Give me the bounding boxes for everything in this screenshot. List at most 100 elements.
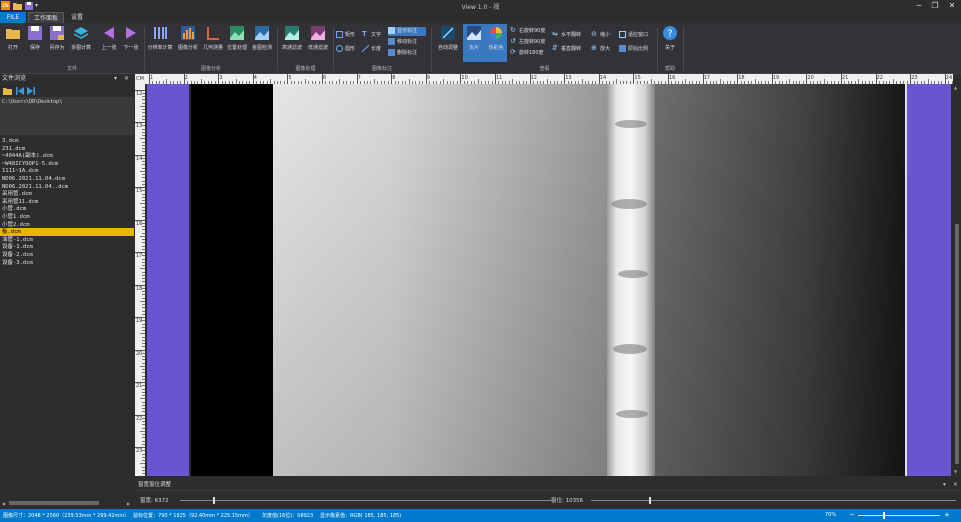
resolution-calc-button[interactable]: 分辨率计算 (146, 26, 174, 60)
color-wheel-icon (489, 26, 503, 40)
flip-horizontal-label: 水平翻转 (561, 32, 582, 38)
histogram-icon (181, 26, 195, 40)
zoom-slider-thumb[interactable] (882, 512, 885, 519)
file-browser-title: 文件浏览 (2, 75, 27, 82)
tab-file[interactable]: FILE (0, 12, 26, 23)
close-panel-icon[interactable]: ✕ (124, 74, 129, 84)
radiograph-image[interactable] (145, 84, 953, 476)
restore-button[interactable]: ❐ (930, 1, 940, 11)
negative-button[interactable]: 负片 (463, 24, 485, 62)
auto-adjust-button[interactable]: 自动调整 (434, 26, 462, 60)
scroll-right-icon[interactable]: ▶ (127, 501, 130, 506)
minimize-button[interactable]: ─ (914, 1, 924, 11)
close-panel-icon[interactable]: ✕ (953, 480, 958, 490)
zoom-slider[interactable] (858, 512, 940, 519)
window-level-slider-thumb[interactable] (649, 497, 652, 504)
prev-image-button[interactable]: 上一张 (98, 26, 120, 60)
full-detect-button[interactable]: 金图检测 (249, 26, 275, 60)
file-list-hscrollbar[interactable]: ◀ ▶ (0, 499, 134, 507)
viewer-vscrollbar[interactable]: ▲ ▼ (953, 84, 961, 476)
auto-adjust-icon (441, 26, 455, 40)
window-level-slider[interactable] (591, 497, 956, 504)
flip-horizontal-button[interactable]: ⇋ 水平翻转 (552, 31, 581, 40)
zoom-out-button[interactable]: ⊖ 缩小 (591, 31, 610, 40)
help-icon: ? (663, 26, 677, 40)
length-annotation-button[interactable]: 长度 (361, 44, 381, 54)
scroll-up-icon[interactable]: ▲ (954, 85, 957, 90)
show-annotation-button[interactable]: 显示标注 (388, 27, 426, 36)
window-level-panel-title: 窗宽窗位调整 (138, 482, 172, 488)
scrollbar-thumb[interactable] (9, 501, 99, 505)
original-scale-button[interactable]: 原始比例 (619, 45, 648, 54)
geometry-measure-button[interactable]: 几何测量 (201, 26, 225, 60)
close-button[interactable]: ✕ (947, 1, 957, 11)
scroll-down-icon[interactable]: ▼ (954, 469, 957, 474)
about-button[interactable]: ? 关于 (659, 26, 681, 60)
scrollbar-thumb[interactable] (955, 224, 959, 464)
zoom-in-button[interactable]: ⊕ 放大 (591, 45, 610, 54)
highpass-filter-button[interactable]: 高通滤波 (279, 26, 305, 60)
ruler-tick (564, 74, 566, 84)
text-label: 文字 (371, 32, 382, 38)
ruler-tick (633, 74, 635, 84)
rotate-180-button[interactable]: ⟳ 旋转180度 (510, 49, 544, 58)
image-analysis-button[interactable]: 图像分析 (175, 26, 201, 60)
display-pixel-status: 显示像素值：RGB( 185, 185, 185) (320, 513, 402, 519)
move-icon (388, 38, 395, 45)
ruler-tick (460, 74, 462, 84)
scroll-left-icon[interactable]: ◀ (2, 501, 5, 506)
original-scale-label: 原始比例 (628, 46, 649, 52)
next-image-button[interactable]: 下一张 (120, 26, 142, 60)
save-button[interactable]: 保存 (24, 26, 46, 60)
window-level-panel-header: 窗宽窗位调整 ▾ ✕ (135, 480, 961, 490)
zoom-out-status-button[interactable]: − (849, 511, 855, 519)
ribbon: 打开 保存 另存为 多图计算 上一张 下一张 文件 分辨率计算 图像分析 几何测… (0, 23, 961, 74)
window-level-label: 窗位: 10356 (551, 498, 584, 504)
flip-vertical-button[interactable]: ⇵ 垂直翻转 (552, 45, 581, 54)
move-annotation-button[interactable]: 移动标注 (388, 38, 417, 47)
ruler-tick (135, 317, 145, 318)
zoom-in-status-button[interactable]: + (944, 511, 950, 519)
file-list: 3.dcm 231.dcm ~4044A(副本).dcm ~W48ICYOOP1-5.… (0, 135, 134, 499)
window-width-slider-thumb[interactable] (213, 497, 216, 504)
tab-settings[interactable]: 设置 (66, 12, 88, 23)
right-margin-band (907, 84, 951, 476)
pseudo-color-button[interactable]: 伪彩色 (485, 24, 507, 62)
open-folder-icon[interactable] (3, 87, 12, 97)
first-file-icon[interactable] (16, 87, 24, 97)
fit-window-button[interactable]: 适应窗口 (619, 31, 648, 40)
file-browser-toolbar (0, 85, 134, 97)
last-file-icon[interactable] (27, 87, 35, 97)
lowpass-filter-button[interactable]: 低通滤波 (305, 26, 331, 60)
rotate-left-90-button[interactable]: ↺ 左旋转90度 (510, 38, 545, 47)
show-annotation-label: 显示标注 (397, 28, 418, 34)
rotate-left-icon: ↺ (510, 37, 516, 45)
open-button[interactable]: 打开 (2, 26, 24, 60)
position-process-button[interactable]: 位置处理 (225, 26, 249, 60)
fit-window-icon (619, 31, 626, 38)
ruler-tick (135, 382, 145, 383)
window-width-slider[interactable] (180, 497, 552, 504)
delete-annotation-button[interactable]: 删除标注 (388, 49, 417, 58)
ruler-tick (135, 447, 145, 448)
save-label: 保存 (29, 45, 40, 51)
ruler-tick (135, 349, 145, 351)
filter-image-icon (285, 26, 299, 40)
ruler-tick (135, 187, 145, 188)
rect-annotation-button[interactable]: 矩形 (336, 31, 355, 40)
group-label-annotation: 图像标注 (371, 66, 392, 72)
rotate-right-90-button[interactable]: ↻ 右旋转90度 (510, 27, 545, 36)
circle-annotation-button[interactable]: 圆形 (336, 45, 355, 54)
delete-icon (388, 49, 395, 56)
text-annotation-button[interactable]: T 文字 (362, 31, 381, 40)
pin-icon[interactable]: ▾ (943, 480, 946, 490)
tab-workspace[interactable]: 工作面板 (28, 12, 64, 23)
ruler-tick (529, 74, 531, 84)
pin-icon[interactable]: ▾ (114, 74, 117, 84)
multi-image-label: 多图计算 (70, 45, 91, 51)
ruler-tick (356, 74, 358, 84)
picture-search-icon (255, 26, 269, 40)
file-list-item[interactable]: 设备-3.dcm (2, 259, 132, 267)
save-as-button[interactable]: 另存为 (46, 26, 68, 60)
multi-image-button[interactable]: 多图计算 (68, 26, 94, 60)
